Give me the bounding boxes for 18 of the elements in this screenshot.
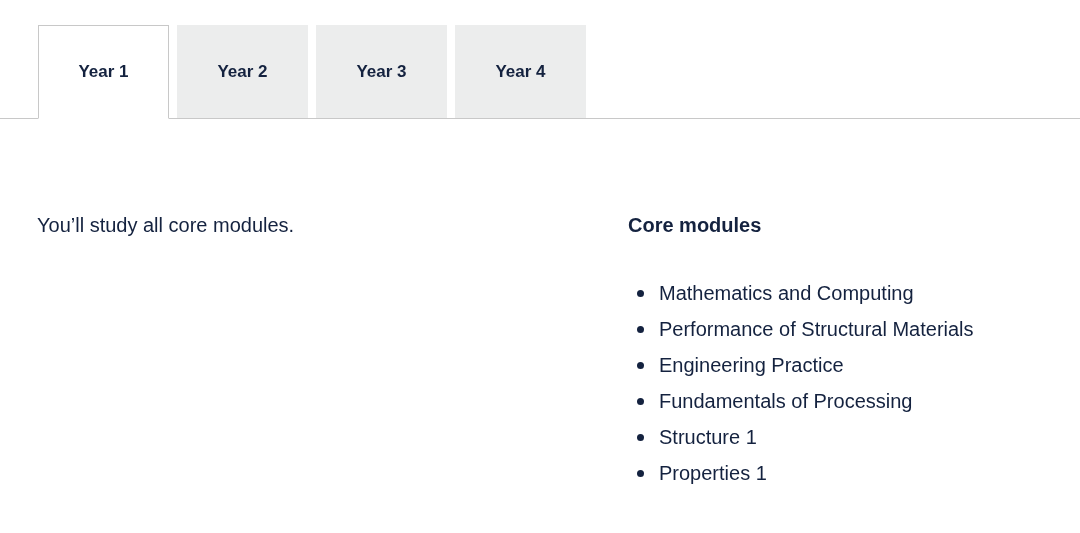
tab[interactable]: Year 4 <box>455 25 586 118</box>
module-item: Properties 1 <box>659 461 767 486</box>
tab[interactable]: Year 2 <box>177 25 308 118</box>
module-item: Engineering Practice <box>659 353 844 378</box>
module-item: Performance of Structural Materials <box>659 317 974 342</box>
bullet-icon <box>637 289 644 297</box>
section-heading: Core modules <box>628 213 763 238</box>
bullet-icon <box>637 397 644 405</box>
module-item: Structure 1 <box>659 425 757 450</box>
module-item: Mathematics and Computing <box>659 281 914 306</box>
bullet-icon <box>637 433 644 441</box>
bullet-icon <box>637 325 644 333</box>
tab[interactable]: Year 1 <box>38 25 169 119</box>
bullet-icon <box>637 469 644 477</box>
tab[interactable]: Year 3 <box>316 25 447 118</box>
intro-text: You’ll study all core modules. <box>37 213 296 238</box>
module-item: Fundamentals of Processing <box>659 389 913 414</box>
bullet-icon <box>637 361 644 369</box>
